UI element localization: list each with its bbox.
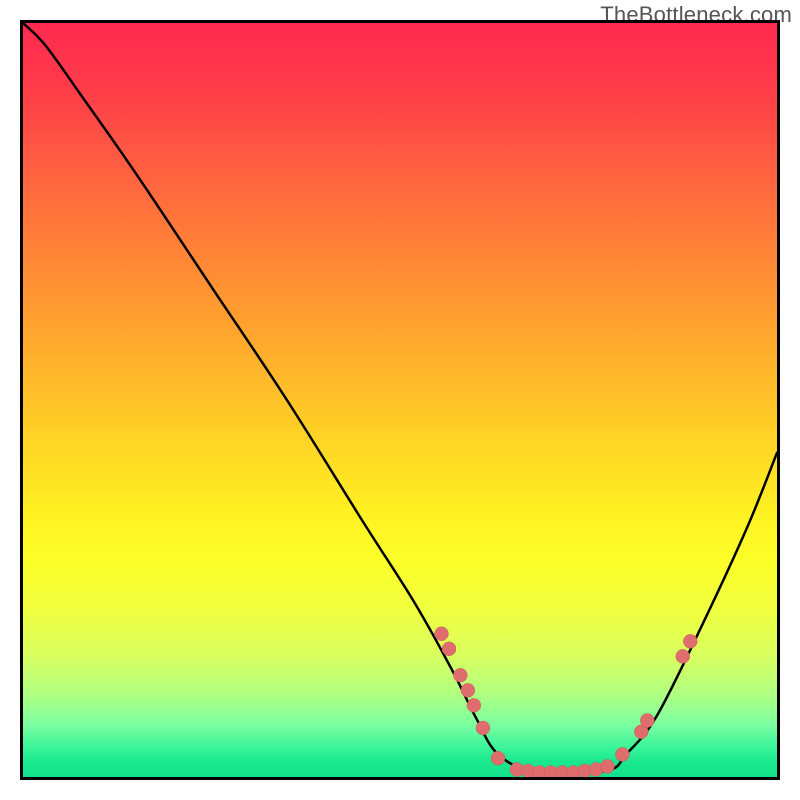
data-marker [600,759,614,773]
data-marker [491,751,505,765]
data-marker [435,627,449,641]
data-marker [476,721,490,735]
data-marker [640,714,654,728]
plot-area [20,20,780,780]
data-marker [683,634,697,648]
curve-svg [23,23,777,777]
data-marker [453,668,467,682]
data-marker [676,649,690,663]
chart-container: TheBottleneck.com [0,0,800,800]
data-marker [461,683,475,697]
data-marker [467,698,481,712]
data-marker [442,642,456,656]
bottleneck-curve [23,23,777,775]
data-marker [615,747,629,761]
